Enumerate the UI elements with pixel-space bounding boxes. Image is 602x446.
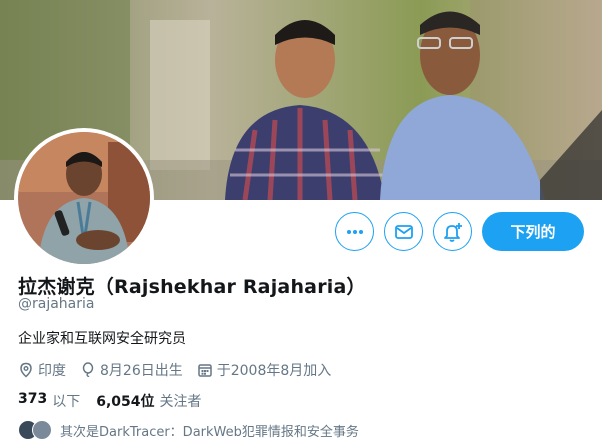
more-button[interactable] [335, 212, 374, 251]
envelope-icon [394, 222, 414, 242]
followers-count: 6,054位 [96, 394, 155, 410]
followers-link[interactable]: 6,054位 关注者 [96, 391, 201, 411]
followed-by-avatars [18, 420, 52, 440]
birthday-item: 8月26日出生 [80, 360, 183, 380]
location-pin-icon [18, 362, 34, 378]
avatar[interactable] [14, 128, 154, 268]
more-icon [345, 222, 365, 242]
joined-item: 于2008年8月加入 [197, 360, 332, 380]
bell-plus-icon [442, 221, 464, 243]
followers-label: 关注者 [159, 394, 202, 410]
joined-text: 于2008年8月加入 [216, 363, 332, 379]
location-text: 印度 [38, 363, 66, 379]
profile-actions: 下列的 [335, 212, 584, 251]
following-link[interactable]: 373 以下 [18, 391, 80, 411]
profile-bio: 企业家和互联网安全研究员 [18, 331, 186, 347]
message-button[interactable] [384, 212, 423, 251]
notify-button[interactable] [433, 212, 472, 251]
mini-avatar [32, 420, 52, 440]
follow-button[interactable]: 下列的 [482, 212, 584, 251]
birthday-text: 8月26日出生 [100, 363, 183, 379]
profile-handle: @rajaharia [18, 296, 95, 312]
profile-meta: 印度 8月26日出生 于2008年8月加入 [18, 360, 331, 380]
profile-stats: 373 以下 6,054位 关注者 [18, 391, 202, 411]
calendar-icon [197, 362, 213, 378]
profile-name: 拉杰谢克（Rajshekhar Rajaharia） [18, 276, 366, 298]
followed-by[interactable]: 其次是DarkTracer：DarkWeb犯罪情报和安全事务 [18, 420, 359, 440]
location-item: 印度 [18, 360, 66, 380]
following-count: 373 [18, 391, 48, 407]
following-label: 以下 [52, 394, 81, 410]
balloon-icon [80, 362, 96, 378]
followed-by-text: 其次是DarkTracer：DarkWeb犯罪情报和安全事务 [60, 424, 359, 440]
